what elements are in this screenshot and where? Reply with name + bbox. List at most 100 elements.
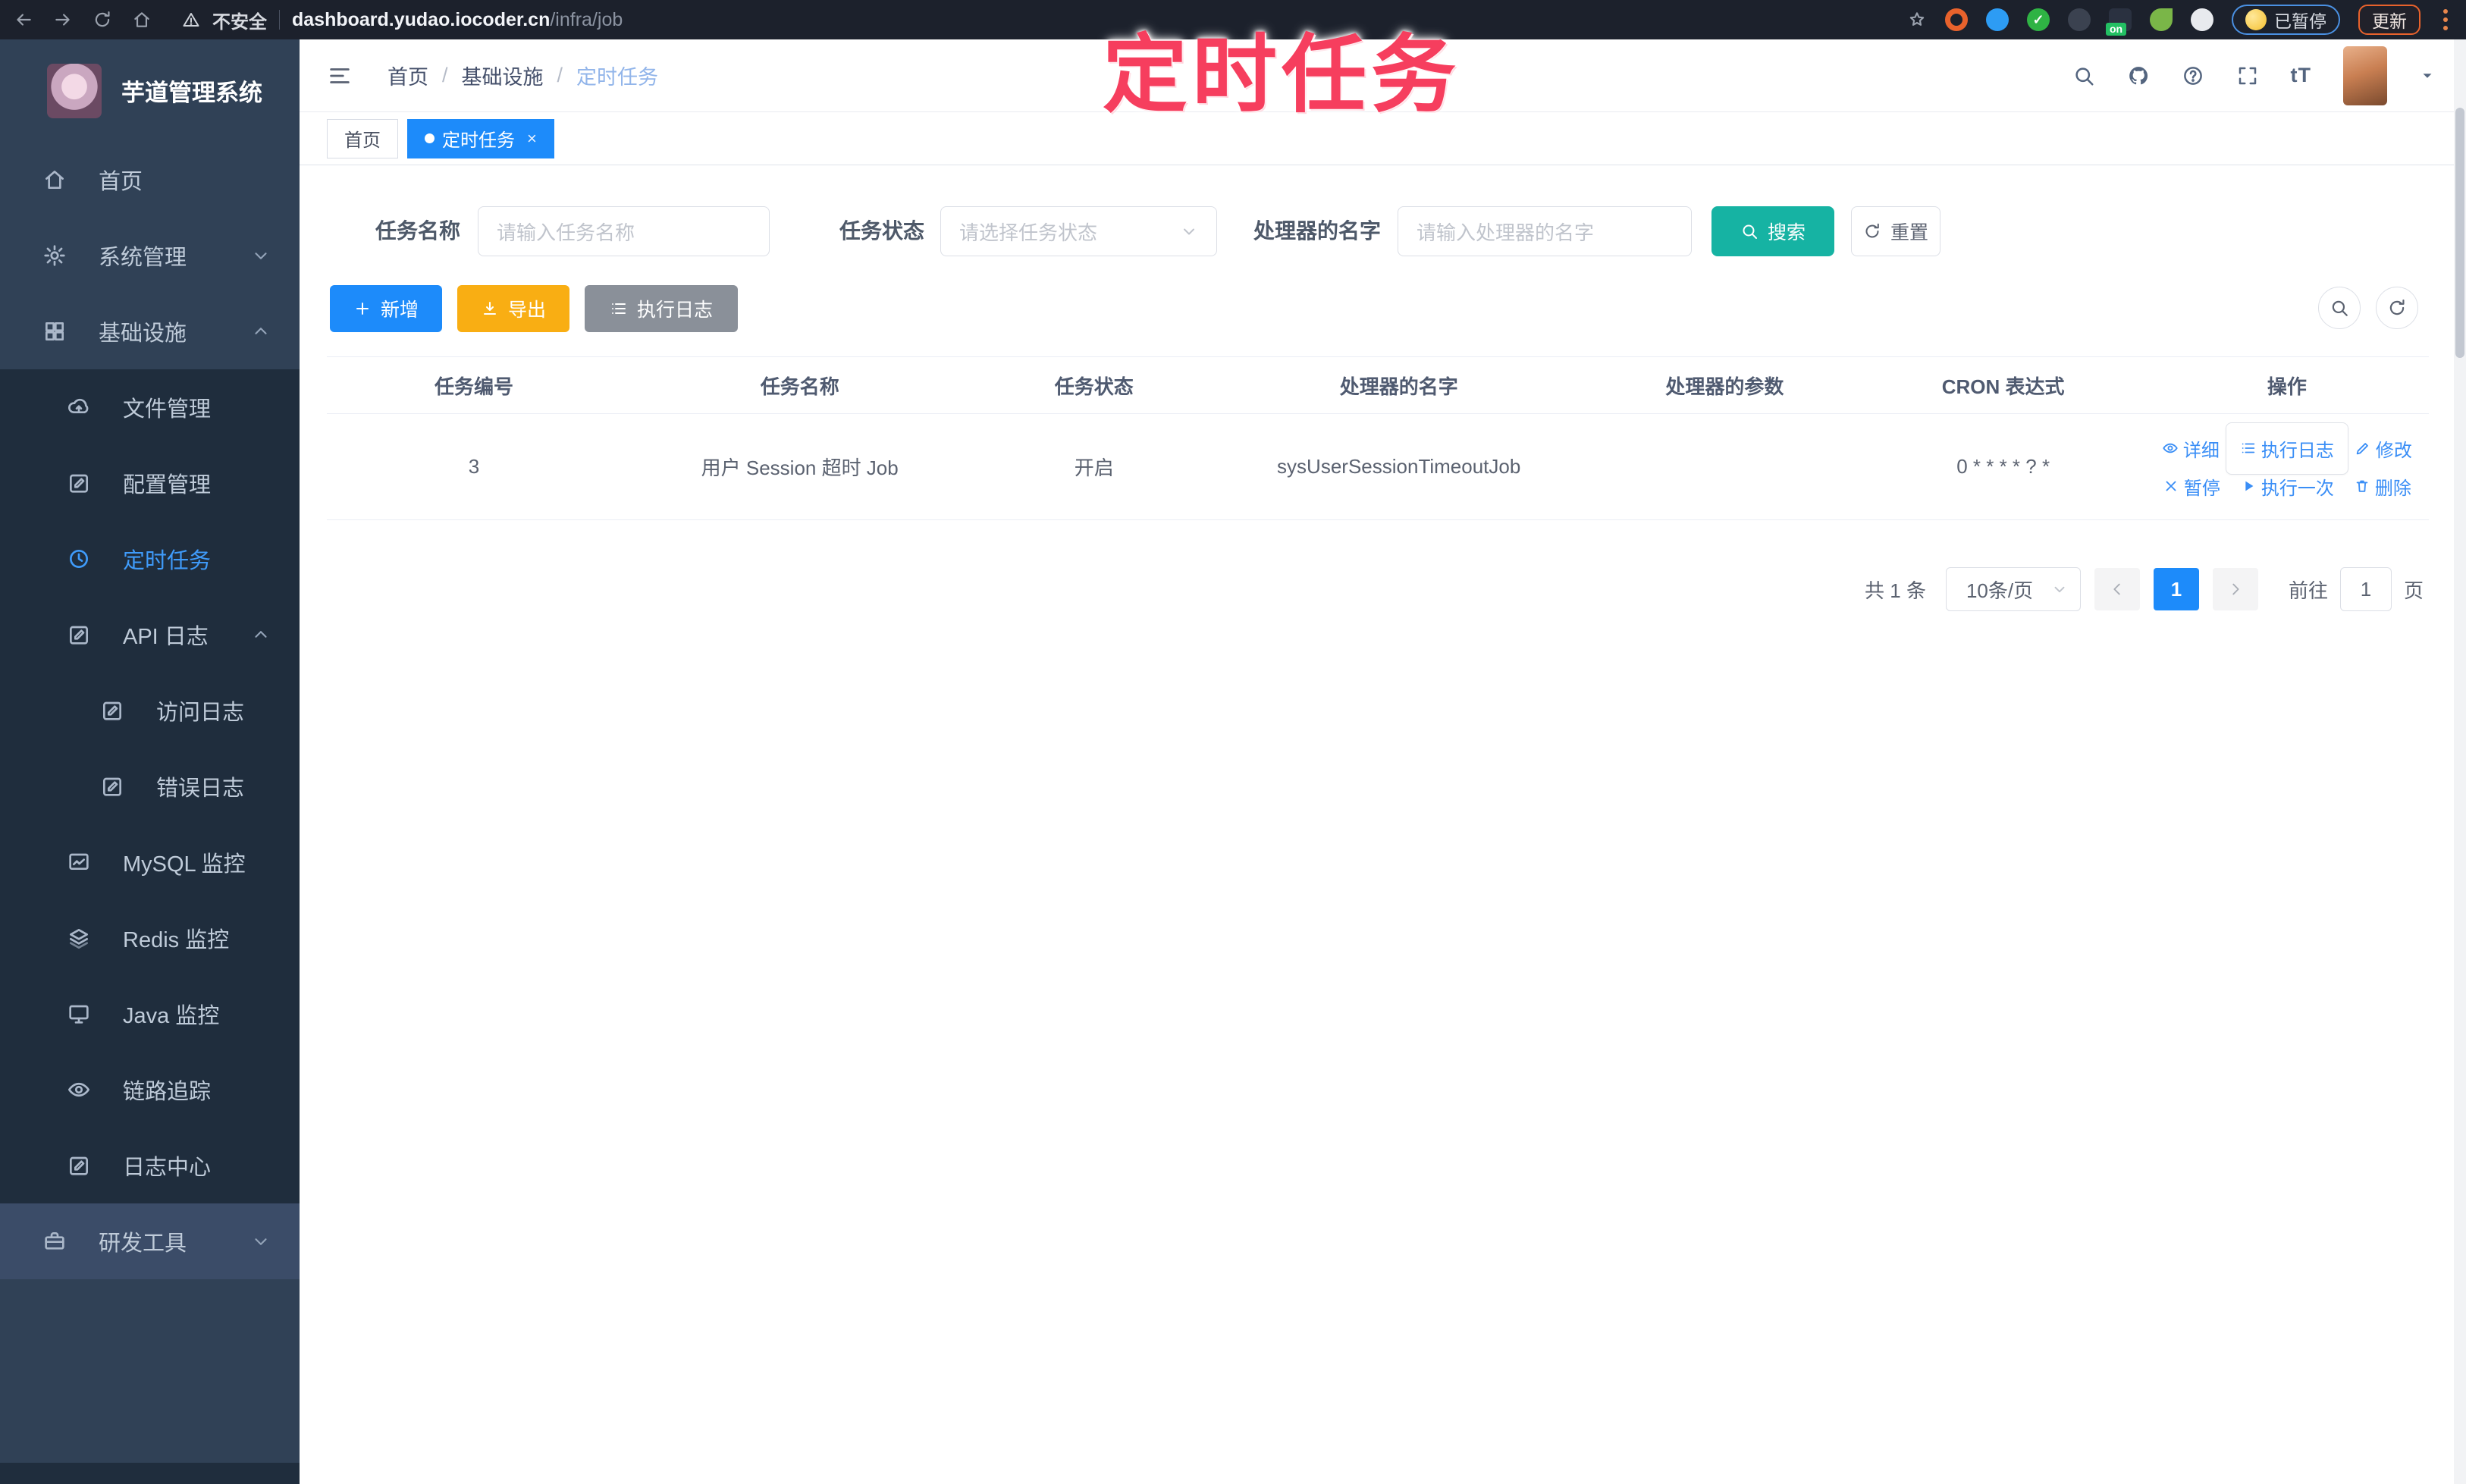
job-actions: 详细 执行日志 修改 暂停 执行一次 删除 bbox=[2145, 422, 2429, 500]
extension-icon-ghost[interactable] bbox=[2191, 8, 2213, 31]
sidebar-item-log-center[interactable]: 日志中心 bbox=[0, 1128, 300, 1203]
vertical-scrollbar[interactable] bbox=[2454, 39, 2466, 1484]
next-page-button[interactable] bbox=[2212, 568, 2258, 610]
sidebar-item-mysql-monitor[interactable]: MySQL 监控 bbox=[0, 824, 300, 900]
sidebar-item-api-logs[interactable]: API 日志 bbox=[0, 597, 300, 673]
col-header-cron: CRON 表达式 bbox=[1941, 375, 2065, 398]
delete-link[interactable]: 删除 bbox=[2354, 473, 2411, 500]
search-icon bbox=[2330, 298, 2349, 318]
pause-link[interactable]: 暂停 bbox=[2163, 473, 2220, 500]
refresh-icon bbox=[2387, 298, 2407, 318]
sidebar-item-dev-tools[interactable]: 研发工具 bbox=[0, 1203, 300, 1279]
chevron-left-icon bbox=[2109, 581, 2126, 598]
paused-label: 已暂停 bbox=[2274, 11, 2326, 31]
tampermonkey-paused-pill[interactable]: 已暂停 bbox=[2232, 5, 2340, 35]
toggle-search-button[interactable] bbox=[2318, 287, 2361, 329]
sidebar-item-access-logs[interactable]: 访问日志 bbox=[0, 673, 300, 748]
font-size-icon[interactable]: tT bbox=[2291, 64, 2311, 87]
search-button[interactable]: 搜索 bbox=[1711, 206, 1834, 256]
eye-icon bbox=[67, 1078, 91, 1102]
job-status-select[interactable]: 请选择任务状态 bbox=[940, 206, 1217, 256]
home-icon bbox=[42, 168, 67, 192]
cloud-upload-icon bbox=[67, 395, 91, 419]
filter-form: 任务名称 请输入任务名称 任务状态 请选择任务状态 处理器的名字 请输入处理器的… bbox=[300, 206, 2454, 259]
smiley-emoji-icon bbox=[2245, 9, 2267, 30]
browser-update-button[interactable]: 更新 bbox=[2358, 5, 2421, 35]
job-name-label: 任务名称 bbox=[375, 219, 461, 243]
search-icon[interactable] bbox=[2072, 64, 2095, 87]
sidebar-item-system-mgmt[interactable]: 系统管理 bbox=[0, 218, 300, 293]
job-list-page: 任务名称 请输入任务名称 任务状态 请选择任务状态 处理器的名字 请输入处理器的… bbox=[300, 165, 2454, 1484]
extension-icon-green-check[interactable]: ✓ bbox=[2027, 8, 2050, 31]
detail-link[interactable]: 详细 bbox=[2162, 435, 2220, 462]
sidebar-item-scheduled-jobs[interactable]: 定时任务 bbox=[0, 521, 300, 597]
extension-icon-orange-ring[interactable] bbox=[1945, 8, 1968, 31]
breadcrumb-home[interactable]: 首页 bbox=[387, 61, 428, 90]
browser-reload-icon[interactable] bbox=[93, 10, 112, 30]
refresh-table-button[interactable] bbox=[2376, 287, 2418, 329]
app-logo-avatar bbox=[47, 63, 102, 118]
row-exec-log-link[interactable]: 执行日志 bbox=[2225, 422, 2348, 475]
browser-home-icon[interactable] bbox=[132, 10, 152, 30]
help-question-icon[interactable] bbox=[2182, 64, 2204, 87]
extension-icon-puzzle[interactable] bbox=[2068, 8, 2091, 31]
sidebar-item-java-monitor[interactable]: Java 监控 bbox=[0, 976, 300, 1052]
page-url[interactable]: dashboard.yudao.iocoder.cn/infra/job bbox=[292, 9, 623, 31]
reset-button[interactable]: 重置 bbox=[1851, 206, 1940, 256]
extension-on-badge: on bbox=[2106, 22, 2127, 36]
sidebar-item-trace[interactable]: 链路追踪 bbox=[0, 1052, 300, 1128]
chevron-down-icon bbox=[251, 246, 271, 265]
browser-extensions-area: ✓ on 已暂停 更新 bbox=[1907, 5, 2452, 36]
export-button[interactable]: 导出 bbox=[457, 285, 569, 332]
job-handler: sysUserSessionTimeoutJob bbox=[1277, 455, 1521, 478]
extension-icon-switcher[interactable]: on bbox=[2106, 8, 2132, 36]
run-once-link[interactable]: 执行一次 bbox=[2240, 473, 2334, 500]
goto-page-input[interactable] bbox=[2339, 567, 2392, 611]
sidebar-item-error-logs[interactable]: 错误日志 bbox=[0, 748, 300, 824]
tab-home[interactable]: 首页 bbox=[327, 118, 398, 158]
table-row: 3 用户 Session 超时 Job 开启 sysUserSessionTim… bbox=[327, 414, 2429, 520]
fullscreen-icon[interactable] bbox=[2236, 64, 2259, 87]
user-avatar[interactable] bbox=[2343, 45, 2387, 105]
col-header-status: 任务状态 bbox=[1054, 375, 1134, 398]
security-label[interactable]: 不安全 bbox=[212, 7, 267, 33]
extension-icon-leaf[interactable] bbox=[2150, 8, 2173, 31]
address-divider bbox=[279, 10, 280, 30]
add-button[interactable]: 新增 bbox=[330, 285, 442, 332]
eye-icon bbox=[2162, 440, 2179, 456]
browser-back-icon[interactable] bbox=[14, 10, 33, 30]
breadcrumb-separator: / bbox=[442, 64, 448, 86]
app-title: 芋道管理系统 bbox=[121, 80, 262, 106]
breadcrumb-infrastructure[interactable]: 基础设施 bbox=[462, 61, 544, 90]
sidebar-item-config-mgmt[interactable]: 配置管理 bbox=[0, 445, 300, 521]
handler-name-input[interactable]: 请输入处理器的名字 bbox=[1398, 206, 1692, 256]
browser-forward-icon[interactable] bbox=[53, 10, 73, 30]
sidebar-item-home[interactable]: 首页 bbox=[0, 142, 300, 218]
job-cron: 0 * * * * ? * bbox=[1956, 455, 2050, 478]
sidebar-item-infrastructure[interactable]: 基础设施 bbox=[0, 293, 300, 369]
app-logo-row[interactable]: 芋道管理系统 bbox=[0, 39, 300, 142]
bookmark-star-icon[interactable] bbox=[1907, 10, 1927, 30]
list-icon bbox=[2240, 440, 2257, 456]
page-size-select[interactable]: 10条/页 bbox=[1945, 567, 2081, 611]
jobs-table: 任务编号 任务名称 任务状态 处理器的名字 处理器的参数 CRON 表达式 操作… bbox=[327, 356, 2429, 520]
edit-link[interactable]: 修改 bbox=[2355, 435, 2412, 462]
page-number-active[interactable]: 1 bbox=[2153, 568, 2199, 610]
sidebar-item-redis-monitor[interactable]: Redis 监控 bbox=[0, 900, 300, 976]
job-name-input[interactable]: 请输入任务名称 bbox=[478, 206, 770, 256]
gear-icon bbox=[42, 243, 67, 268]
address-bar[interactable]: 不安全 dashboard.yudao.iocoder.cn/infra/job bbox=[182, 7, 1887, 33]
chevron-down-icon bbox=[1180, 222, 1198, 240]
close-tab-icon[interactable]: × bbox=[527, 129, 537, 149]
sidebar-toggle-icon[interactable] bbox=[327, 63, 353, 89]
scrollbar-thumb[interactable] bbox=[2455, 108, 2464, 358]
browser-menu-kebab-icon[interactable] bbox=[2439, 9, 2452, 30]
github-icon[interactable] bbox=[2127, 64, 2150, 87]
sidebar-item-file-mgmt[interactable]: 文件管理 bbox=[0, 369, 300, 445]
user-menu-caret-icon[interactable] bbox=[2419, 67, 2436, 84]
table-header-row: 任务编号 任务名称 任务状态 处理器的名字 处理器的参数 CRON 表达式 操作 bbox=[327, 356, 2429, 414]
prev-page-button[interactable] bbox=[2094, 568, 2140, 610]
exec-log-button[interactable]: 执行日志 bbox=[585, 285, 738, 332]
extension-icon-blue-drop[interactable] bbox=[1986, 8, 2009, 31]
tab-scheduled-jobs[interactable]: 定时任务 × bbox=[407, 118, 554, 158]
